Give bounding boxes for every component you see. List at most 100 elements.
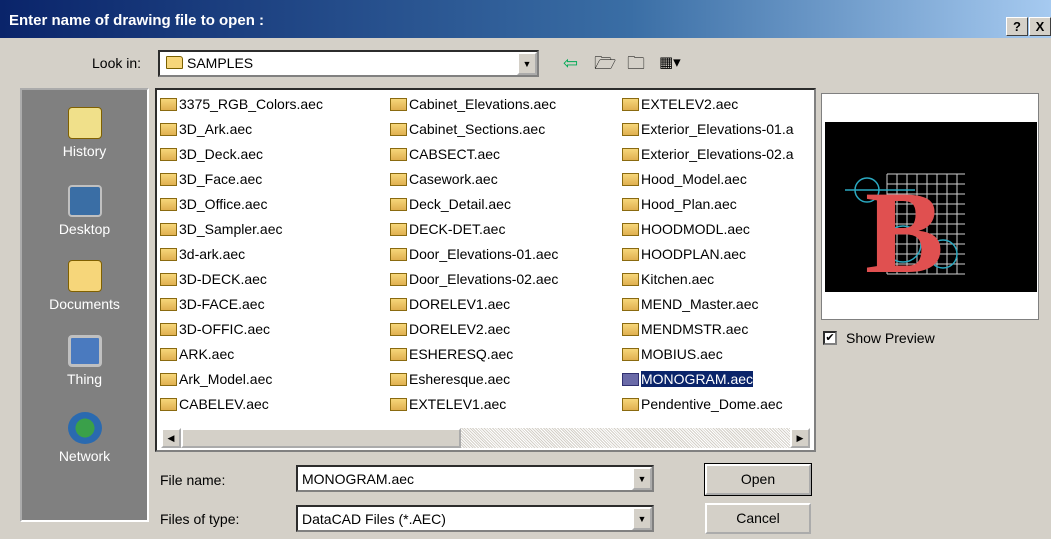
sidebar-item-documents[interactable]: Documents <box>22 260 147 312</box>
file-item[interactable]: DORELEV2.aec <box>390 321 558 346</box>
show-preview-checkbox[interactable]: ✔ Show Preview <box>823 330 935 346</box>
chevron-down-icon[interactable]: ▼ <box>632 507 652 530</box>
file-name: 3D_Deck.aec <box>179 146 264 162</box>
file-item[interactable]: DECK-DET.aec <box>390 221 558 246</box>
file-item[interactable]: 3D-OFFIC.aec <box>160 321 323 346</box>
file-icon <box>390 173 407 186</box>
file-item[interactable]: MOBIUS.aec <box>622 346 794 371</box>
new-folder-icon[interactable]: 🗀 <box>627 54 645 72</box>
computer-icon <box>67 335 102 367</box>
file-icon <box>160 323 177 336</box>
file-item[interactable]: ARK.aec <box>160 346 323 371</box>
file-list[interactable]: 3375_RGB_Colors.aec 3D_Ark.aec 3D_Deck.aec… <box>155 88 816 452</box>
checkbox-check-icon[interactable]: ✔ <box>823 331 837 345</box>
dialog-title: Enter name of drawing file to open : <box>9 12 265 29</box>
file-icon <box>622 298 639 311</box>
preview-image: B <box>825 122 1037 298</box>
file-icon <box>390 373 407 386</box>
sidebar-item-history[interactable]: History <box>22 107 147 159</box>
file-icon <box>622 223 639 236</box>
chevron-down-icon[interactable]: ▼ <box>632 467 652 490</box>
file-name: Exterior_Elevations-01.a <box>641 121 794 137</box>
file-name: 3D_Face.aec <box>179 171 263 187</box>
view-menu-icon[interactable]: ▦▾ <box>659 54 681 72</box>
file-icon <box>160 223 177 236</box>
file-item[interactable]: Cabinet_Elevations.aec <box>390 96 558 121</box>
sidebar-item-thing[interactable]: Thing <box>22 335 147 387</box>
file-icon <box>390 298 407 311</box>
file-item[interactable]: Casework.aec <box>390 171 558 196</box>
files-of-type-select[interactable]: DataCAD Files (*.AEC) ▼ <box>296 505 654 532</box>
file-name: MENDMSTR.aec <box>641 321 749 337</box>
file-icon <box>622 98 639 111</box>
places-bar: History Desktop Documents Thing Network <box>20 88 149 522</box>
horizontal-scrollbar[interactable]: ◀ ▶ <box>161 428 810 448</box>
file-item[interactable]: MEND_Master.aec <box>622 296 794 321</box>
file-item[interactable]: EXTELEV2.aec <box>622 96 794 121</box>
file-item[interactable]: Hood_Plan.aec <box>622 196 794 221</box>
scroll-thumb[interactable] <box>181 428 461 448</box>
open-button[interactable]: Open <box>704 463 812 496</box>
file-item[interactable]: Pendentive_Dome.aec <box>622 396 794 421</box>
file-item[interactable]: DORELEV1.aec <box>390 296 558 321</box>
file-name: 3D-DECK.aec <box>179 271 267 287</box>
sidebar-item-label: History <box>62 143 107 159</box>
file-item[interactable]: 3375_RGB_Colors.aec <box>160 96 323 121</box>
file-item[interactable]: Door_Elevations-02.aec <box>390 271 558 296</box>
file-item[interactable]: Hood_Model.aec <box>622 171 794 196</box>
file-icon <box>390 398 407 411</box>
file-item[interactable]: Exterior_Elevations-01.a <box>622 121 794 146</box>
file-name: ARK.aec <box>179 346 235 362</box>
file-icon <box>622 273 639 286</box>
up-folder-icon[interactable]: 🗁 <box>594 54 616 72</box>
file-icon <box>160 123 177 136</box>
file-icon <box>160 348 177 361</box>
scroll-left-icon[interactable]: ◀ <box>161 428 181 448</box>
help-button[interactable]: ? <box>1006 17 1028 36</box>
file-item[interactable]: 3D-DECK.aec <box>160 271 323 296</box>
file-item[interactable]: Esheresque.aec <box>390 371 558 396</box>
file-item[interactable]: MONOGRAM.aec <box>622 370 794 396</box>
file-item[interactable]: 3D_Deck.aec <box>160 146 323 171</box>
file-name: HOODMODL.aec <box>641 221 750 237</box>
svg-text:B: B <box>865 167 944 292</box>
file-name: Cabinet_Sections.aec <box>409 121 546 137</box>
file-icon <box>622 173 639 186</box>
file-item[interactable]: Cabinet_Sections.aec <box>390 121 558 146</box>
file-item[interactable]: Door_Elevations-01.aec <box>390 246 558 271</box>
file-name: 3D_Ark.aec <box>179 121 253 137</box>
close-button[interactable]: X <box>1029 17 1051 36</box>
file-item[interactable]: EXTELEV1.aec <box>390 396 558 421</box>
file-item[interactable]: CABELEV.aec <box>160 396 323 421</box>
sidebar-item-label: Thing <box>66 371 103 387</box>
file-item[interactable]: Ark_Model.aec <box>160 371 323 396</box>
sidebar-item-network[interactable]: Network <box>22 412 147 464</box>
cancel-button[interactable]: Cancel <box>705 503 811 534</box>
file-item[interactable]: HOODMODL.aec <box>622 221 794 246</box>
chevron-down-icon[interactable]: ▼ <box>517 52 537 75</box>
file-item[interactable]: ESHERESQ.aec <box>390 346 558 371</box>
file-name: 3375_RGB_Colors.aec <box>179 96 323 112</box>
file-item[interactable]: 3D-FACE.aec <box>160 296 323 321</box>
file-name-input[interactable]: MONOGRAM.aec ▼ <box>296 465 654 492</box>
file-item[interactable]: 3D_Ark.aec <box>160 121 323 146</box>
scroll-right-icon[interactable]: ▶ <box>790 428 810 448</box>
file-name: Hood_Model.aec <box>641 171 747 187</box>
file-column-1: 3375_RGB_Colors.aec 3D_Ark.aec 3D_Deck.aec… <box>160 96 323 421</box>
sidebar-item-desktop[interactable]: Desktop <box>22 185 147 237</box>
file-item[interactable]: CABSECT.aec <box>390 146 558 171</box>
file-item[interactable]: Exterior_Elevations-02.a <box>622 146 794 171</box>
file-icon <box>622 198 639 211</box>
file-item[interactable]: 3D_Office.aec <box>160 196 323 221</box>
file-item[interactable]: 3D_Face.aec <box>160 171 323 196</box>
file-item[interactable]: 3D_Sampler.aec <box>160 221 323 246</box>
files-of-type-label: Files of type: <box>160 511 240 527</box>
file-item[interactable]: Kitchen.aec <box>622 271 794 296</box>
back-icon[interactable]: ⇦ <box>563 54 578 72</box>
file-item[interactable]: Deck_Detail.aec <box>390 196 558 221</box>
file-item[interactable]: MENDMSTR.aec <box>622 321 794 346</box>
look-in-combo[interactable]: SAMPLES ▼ <box>158 50 539 77</box>
file-item[interactable]: HOODPLAN.aec <box>622 246 794 271</box>
file-item[interactable]: 3d-ark.aec <box>160 246 323 271</box>
file-name: Exterior_Elevations-02.a <box>641 146 794 162</box>
